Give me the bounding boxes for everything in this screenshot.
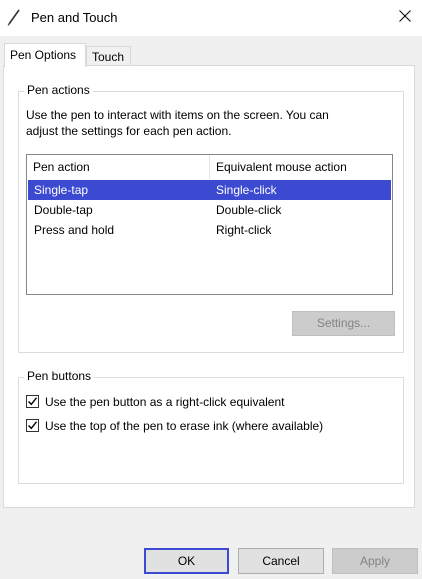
tab-pen-options[interactable]: Pen Options <box>4 43 86 67</box>
window-title: Pen and Touch <box>31 10 118 25</box>
right-click-equivalent-label: Use the pen button as a right-click equi… <box>45 395 285 409</box>
pen-buttons-group-label: Pen buttons <box>24 369 95 383</box>
right-click-equivalent-option[interactable]: Use the pen button as a right-click equi… <box>26 393 396 411</box>
ok-button-label: OK <box>177 554 196 568</box>
mouse-action-cell: Right-click <box>216 223 272 237</box>
pen-action-cell: Single-tap <box>34 183 89 197</box>
title-bar[interactable]: Pen and Touch <box>0 0 422 36</box>
pen-action-cell: Double-tap <box>34 203 93 217</box>
pen-actions-group-label: Pen actions <box>24 83 93 97</box>
right-click-equivalent-checkbox[interactable] <box>26 395 39 408</box>
close-icon <box>399 9 411 25</box>
cancel-button-label: Cancel <box>262 554 300 568</box>
erase-ink-checkbox[interactable] <box>26 419 39 432</box>
checkmark-icon <box>28 421 38 430</box>
erase-ink-label: Use the top of the pen to erase ink (whe… <box>45 419 324 433</box>
column-header-mouse-action[interactable]: Equivalent mouse action <box>210 155 392 179</box>
dialog-client-area: Pen Options Touch Pen actions Use the pe… <box>0 36 422 579</box>
pen-actions-list[interactable]: Pen action Equivalent mouse action Singl… <box>26 154 393 295</box>
cancel-button[interactable]: Cancel <box>238 548 324 574</box>
checkmark-icon <box>28 397 38 406</box>
ok-button[interactable]: OK <box>144 548 229 574</box>
pen-icon <box>6 8 22 26</box>
column-header-pen-action[interactable]: Pen action <box>27 155 209 179</box>
settings-button-label: Settings... <box>316 316 371 330</box>
erase-ink-option[interactable]: Use the top of the pen to erase ink (whe… <box>26 417 396 435</box>
pen-actions-description-line2: adjust the settings for each pen action. <box>26 124 232 138</box>
close-button[interactable] <box>388 0 422 34</box>
tab-label: Touch <box>92 50 125 64</box>
tab-touch[interactable]: Touch <box>86 46 131 66</box>
mouse-action-cell: Single-click <box>216 183 277 197</box>
settings-button[interactable]: Settings... <box>292 311 395 336</box>
apply-button-label: Apply <box>359 554 391 568</box>
list-row-double-tap[interactable]: Double-tap Double-click <box>28 200 391 220</box>
list-row-single-tap[interactable]: Single-tap Single-click <box>28 180 391 200</box>
pen-actions-description-line1: Use the pen to interact with items on th… <box>26 108 329 122</box>
list-header: Pen action Equivalent mouse action <box>27 155 392 179</box>
tab-panel-pen-options: Pen actions Use the pen to interact with… <box>3 65 415 508</box>
tab-label: Pen Options <box>10 48 77 62</box>
mouse-action-cell: Double-click <box>216 203 282 217</box>
apply-button[interactable]: Apply <box>332 548 418 574</box>
list-row-press-and-hold[interactable]: Press and hold Right-click <box>28 220 391 240</box>
pen-action-cell: Press and hold <box>34 223 115 237</box>
